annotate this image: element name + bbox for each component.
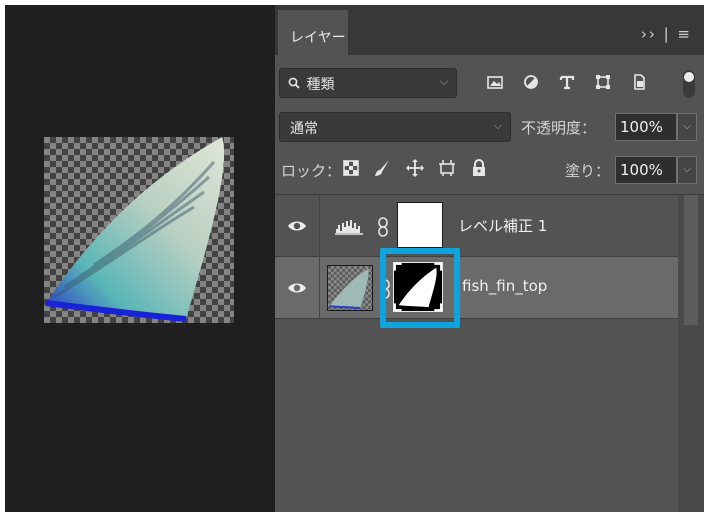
- divider: [319, 257, 320, 319]
- image-filter-icon[interactable]: [485, 72, 505, 94]
- opacity-label: 不透明度：: [521, 119, 597, 137]
- opacity-dropdown[interactable]: ⌵: [677, 113, 697, 141]
- layers-panel: レイヤー ›› | ≡ 種類 ⌵ 通常 ⌵ 不透明度： 100% ⌵ ロック： …: [275, 5, 704, 512]
- type-filter-icon[interactable]: [557, 72, 577, 94]
- filter-toggle-switch[interactable]: [682, 69, 696, 99]
- layer-filter-select[interactable]: 種類 ⌵: [279, 68, 457, 98]
- layer-name[interactable]: fish_fin_top: [462, 277, 547, 295]
- chevron-down-icon: ⌵: [439, 75, 448, 88]
- layers-scrollbar[interactable]: [678, 195, 704, 512]
- eye-icon[interactable]: [287, 218, 307, 234]
- lock-icons: [341, 158, 489, 178]
- layer-row-levels[interactable]: レベル補正 1: [275, 195, 678, 257]
- filter-type-icons: [485, 72, 649, 94]
- layer-name[interactable]: レベル補正 1: [458, 215, 547, 236]
- lock-all-icon[interactable]: [469, 158, 489, 178]
- levels-adjustment-icon[interactable]: [335, 217, 363, 235]
- panel-menu-icon[interactable]: ›› | ≡: [641, 25, 692, 43]
- chevron-down-icon: ⌵: [493, 119, 502, 132]
- fish-fin-image: [45, 137, 225, 322]
- search-icon: [288, 77, 302, 93]
- blend-mode-value: 通常: [290, 121, 318, 137]
- filter-kind-label: 種類: [306, 77, 335, 93]
- lock-label: ロック：: [281, 162, 342, 180]
- tab-layers[interactable]: レイヤー: [278, 10, 348, 55]
- chain-link-icon[interactable]: [377, 217, 389, 237]
- lock-artboard-icon[interactable]: [437, 158, 457, 178]
- opacity-input[interactable]: 100%: [615, 113, 677, 141]
- scrollbar-thumb[interactable]: [684, 195, 698, 325]
- blend-mode-select[interactable]: 通常 ⌵: [279, 112, 511, 142]
- smart-object-filter-icon[interactable]: [629, 72, 649, 94]
- divider: [319, 195, 320, 257]
- fill-input[interactable]: 100%: [615, 156, 677, 184]
- mask-thumbnail-highlight: [380, 248, 460, 328]
- fill-dropdown[interactable]: ⌵: [677, 156, 697, 184]
- lock-transparent-icon[interactable]: [341, 158, 361, 178]
- lock-image-icon[interactable]: [373, 158, 393, 178]
- eye-icon[interactable]: [287, 280, 307, 296]
- adjustment-filter-icon[interactable]: [521, 72, 541, 94]
- fill-label: 塗り：: [565, 162, 611, 180]
- layer-mask-thumbnail[interactable]: [397, 202, 443, 248]
- layer-thumbnail[interactable]: [327, 265, 373, 311]
- panel-tab-bar: レイヤー ›› | ≡: [275, 5, 704, 55]
- shape-filter-icon[interactable]: [593, 72, 613, 94]
- lock-position-icon[interactable]: [405, 158, 425, 178]
- layer-row-fish-fin-top[interactable]: fish_fin_top: [275, 257, 678, 319]
